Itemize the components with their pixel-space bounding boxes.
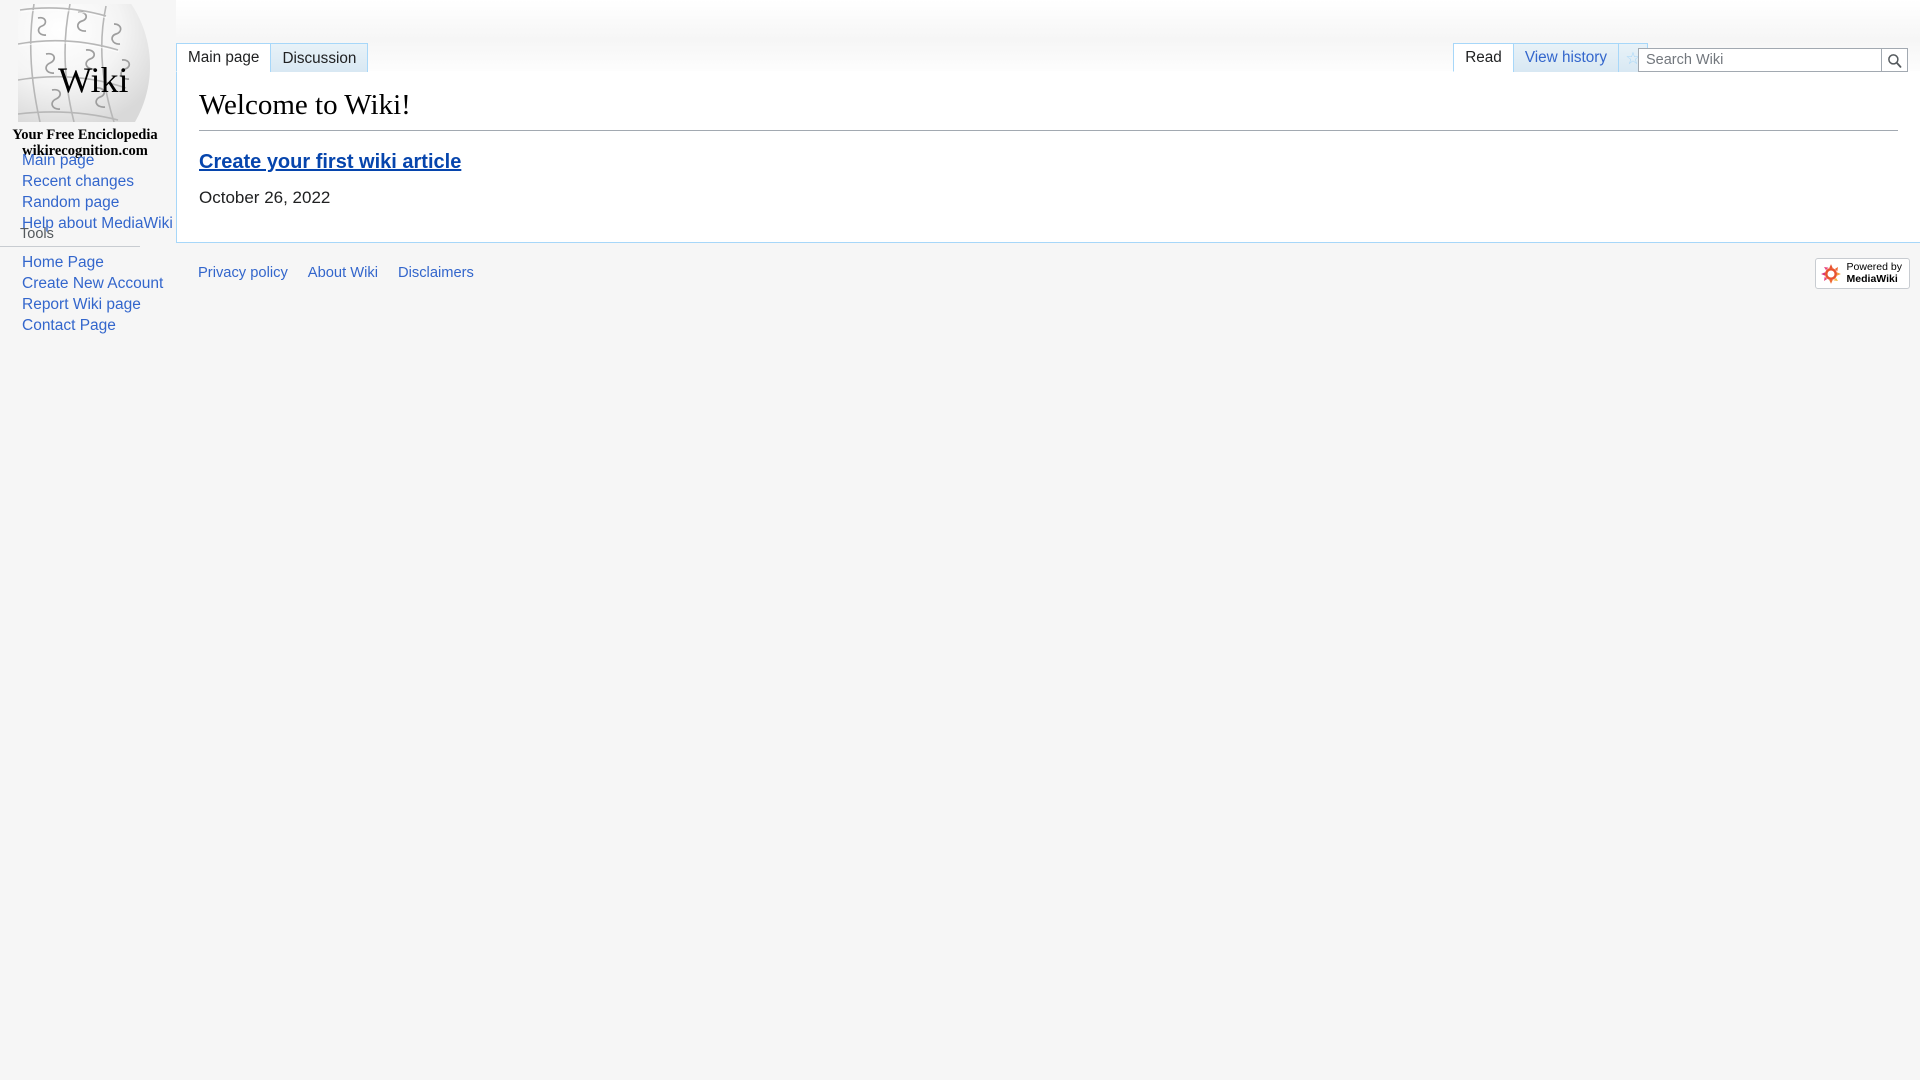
sidebar-item-contact-page[interactable]: Contact Page (0, 315, 176, 336)
sidebar-tools-portal: Tools Home Page Create New Account Repor… (0, 226, 176, 336)
list-item: Report Wiki page (0, 294, 176, 315)
sidebar-navigation-portal: Main page Recent changes Random page Hel… (0, 150, 176, 234)
sidebar: Wiki Your Free Enciclopedia wikirecognit… (0, 0, 176, 334)
tab-read[interactable]: Read (1453, 43, 1514, 72)
footer-links: Privacy policy About Wiki Disclaimers (198, 265, 474, 281)
search-button[interactable] (1881, 48, 1908, 72)
search-input[interactable] (1638, 48, 1881, 72)
footer-link-privacy-policy[interactable]: Privacy policy (198, 265, 288, 281)
article-date: October 26, 2022 (199, 187, 331, 207)
sidebar-item-report-wiki-page[interactable]: Report Wiki page (0, 294, 176, 315)
footer-link-about-wiki[interactable]: About Wiki (308, 265, 378, 281)
list-item: Create New Account (0, 273, 176, 294)
sidebar-item-recent-changes[interactable]: Recent changes (0, 171, 176, 192)
article-body: Create your first wiki article October 2… (199, 131, 1898, 210)
site-logo[interactable]: Wiki Your Free Enciclopedia wikirecognit… (0, 0, 176, 160)
sidebar-item-create-new-account[interactable]: Create New Account (0, 273, 176, 294)
logo-wordmark-text: Wiki (58, 60, 129, 100)
search-form (1638, 48, 1908, 72)
sidebar-item-home-page[interactable]: Home Page (0, 252, 176, 273)
powered-by-line2: MediaWiki (1846, 272, 1898, 285)
tools-heading: Tools (0, 226, 140, 247)
footer-link-disclaimers[interactable]: Disclaimers (398, 265, 474, 281)
logo-tagline-line1: Your Free Enciclopedia (12, 127, 158, 143)
list-item: Home Page (0, 252, 176, 273)
tab-view-history[interactable]: View history (1512, 43, 1619, 72)
mediawiki-sunflower-icon (1820, 263, 1841, 284)
create-first-article-link[interactable]: Create your first wiki article (199, 149, 461, 176)
wiki-puzzle-globe-icon: Wiki (18, 4, 150, 122)
navigation-list: Main page Recent changes Random page Hel… (0, 150, 176, 234)
list-item: Recent changes (0, 171, 176, 192)
list-item: Random page (0, 192, 176, 213)
list-item: Contact Page (0, 315, 176, 336)
page-view-actions: Read View history ☆ (1453, 42, 1648, 72)
list-item: Main page (0, 150, 176, 171)
page-title: Welcome to Wiki! (199, 87, 1898, 131)
tab-discussion[interactable]: Discussion (270, 43, 369, 72)
article-content: Welcome to Wiki! Create your first wiki … (176, 71, 1920, 243)
powered-by-text: Powered by MediaWiki (1846, 261, 1902, 285)
footer-icons: Powered by MediaWiki (1814, 258, 1910, 289)
search-icon (1888, 53, 1902, 68)
page-footer: Privacy policy About Wiki Disclaimers Po… (176, 258, 1920, 335)
sidebar-item-random-page[interactable]: Random page (0, 192, 176, 213)
sidebar-item-main-page[interactable]: Main page (0, 150, 176, 171)
namespace-tabs: Main page Discussion (176, 42, 369, 72)
powered-by-mediawiki-badge[interactable]: Powered by MediaWiki (1814, 258, 1910, 289)
tab-main-page[interactable]: Main page (176, 43, 272, 72)
tools-list: Home Page Create New Account Report Wiki… (0, 252, 176, 336)
